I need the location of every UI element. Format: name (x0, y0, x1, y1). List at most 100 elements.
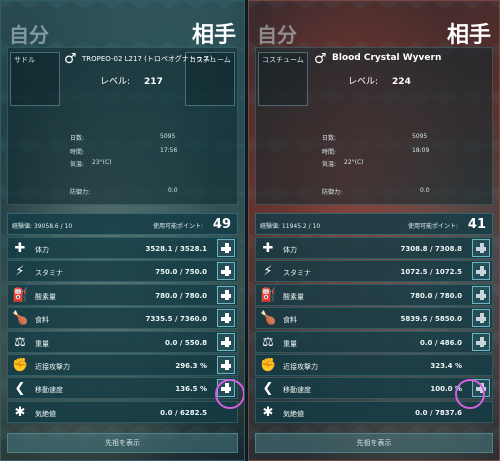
health-icon: ✚ (14, 241, 26, 256)
experience-text: 経験値: 39058.6 / 10 (12, 223, 73, 230)
speed-icon: ❮ (14, 381, 26, 397)
level-row: レベル: 224 (348, 74, 411, 87)
other-header: 相手 (446, 23, 491, 48)
stat-row-food: 🍗 食料 5839.5 / 5850.0 (255, 307, 493, 330)
stat-label: 重量 (35, 339, 49, 348)
add-point-button[interactable] (217, 355, 235, 374)
saddle-slot-label: サドル (14, 56, 35, 64)
stat-value: 7308.8 / 7308.8 (400, 245, 462, 253)
experience-bar: 経験値: 39058.6 / 10 使用可能ポイント: 49 (7, 213, 238, 235)
add-point-button[interactable] (472, 262, 490, 281)
highlight-ring (215, 379, 244, 409)
add-point-button[interactable] (217, 332, 235, 351)
self-header: 自分 (257, 23, 297, 47)
add-point-button[interactable] (217, 239, 235, 257)
stat-value: 7335.5 / 7360.0 (145, 315, 207, 324)
experience-bar: 経験値: 11945.2 / 10 使用可能ポイント: 41 (255, 213, 493, 235)
time-label: 時間: (322, 149, 337, 156)
level-value: 217 (144, 77, 163, 87)
time-value: 17:56 (160, 147, 178, 154)
show-ancestry-button[interactable]: 先祖を表示 (7, 433, 238, 453)
age-value: 5095 (412, 133, 428, 140)
add-point-button[interactable] (217, 285, 235, 304)
dino-compare-screen: 自分 相手 サドル コスチューム ♂ TROPEO-02 L217 (トロペオグ… (0, 0, 500, 461)
stat-row-torpor: ✱ 気絶値 0.0 / 6282.5 (7, 400, 238, 423)
stat-label: 気絶値 (35, 409, 56, 418)
add-point-button[interactable] (217, 309, 235, 328)
stat-row-torpor: ✱ 気絶値 0.0 / 7837.6 (255, 400, 493, 423)
points-value: 49 (212, 217, 231, 232)
stat-value: 1072.5 / 1072.5 (400, 268, 462, 277)
add-point-button[interactable] (472, 239, 490, 257)
stat-row-movement-speed: ❮ 移動速度 136.5 % (7, 377, 238, 400)
age-label: 日数: (70, 135, 85, 142)
stat-label: 食料 (283, 316, 297, 325)
stat-label: 移動速度 (283, 386, 311, 395)
stat-label: 近接攻撃力 (35, 362, 70, 371)
stat-label: 移動速度 (35, 386, 63, 395)
stat-label: 近接攻撃力 (283, 362, 318, 371)
melee-icon: ✊ (12, 357, 29, 373)
armor-label: 防御力: (70, 189, 91, 196)
add-point-button[interactable] (217, 262, 235, 281)
weight-icon: ⚖ (262, 334, 274, 350)
oxygen-icon: ⛽ (260, 287, 277, 303)
stat-row-melee: ✊ 近接攻撃力 296.3 % (7, 353, 238, 376)
show-ancestry-button[interactable]: 先祖を表示 (255, 433, 493, 453)
melee-icon: ✊ (260, 357, 277, 373)
points-label: 使用可能ポイント: (152, 223, 203, 230)
stat-label: 酸素量 (35, 292, 56, 301)
stat-value: 0.0 / 7837.6 (415, 408, 462, 417)
temperature-value: 23°(C) (92, 159, 112, 166)
stat-label: 酸素量 (283, 292, 304, 301)
stat-value: 296.3 % (175, 361, 207, 370)
food-icon: 🍗 (12, 311, 29, 327)
stat-row-food: 🍗 食料 7335.5 / 7360.0 (7, 307, 238, 330)
torpor-icon: ✱ (14, 404, 26, 420)
stat-value: 5839.5 / 5850.0 (400, 315, 462, 324)
saddle-slot[interactable]: サドル (10, 52, 60, 106)
stat-label: 食料 (35, 316, 49, 325)
add-point-button[interactable] (472, 285, 490, 304)
highlight-ring (455, 379, 485, 409)
stat-row-health: ✚ 体力 7308.8 / 7308.8 (255, 237, 493, 259)
temperature-value: 22°(C) (344, 159, 364, 166)
age-value: 5095 (160, 133, 176, 140)
stat-row-weight: ⚖ 重量 0.0 / 486.0 (255, 330, 493, 353)
add-point-button[interactable] (472, 309, 490, 328)
level-row: レベル: 217 (100, 74, 163, 87)
stat-label: スタミナ (283, 269, 311, 278)
points-label: 使用可能ポイント: (407, 223, 458, 230)
experience-text: 経験値: 11945.2 / 10 (260, 223, 321, 230)
armor-value: 0.0 (168, 187, 178, 194)
stat-value: 323.4 % (430, 361, 462, 370)
add-point-button[interactable] (472, 332, 490, 351)
self-header: 自分 (9, 23, 49, 47)
level-value: 224 (392, 77, 411, 87)
torpor-icon: ✱ (262, 404, 274, 420)
other-panel: 自分 相手 コスチューム ♂ Blood Crystal Wyvern レベル:… (248, 0, 500, 461)
stat-value: 0.0 / 486.0 (420, 338, 462, 347)
stat-value: 0.0 / 550.8 (165, 338, 207, 347)
self-panel: 自分 相手 サドル コスチューム ♂ TROPEO-02 L217 (トロペオグ… (0, 0, 245, 461)
other-header: 相手 (191, 23, 236, 48)
male-icon: ♂ (314, 51, 327, 67)
time-value: 18:09 (412, 147, 430, 154)
stamina-icon: ⚡ (263, 264, 273, 280)
stat-row-stamina: ⚡ スタミナ 750.0 / 750.0 (7, 260, 238, 283)
costume-slot[interactable]: コスチューム (258, 52, 308, 106)
time-label: 時間: (70, 149, 85, 156)
stat-label: 体力 (283, 246, 297, 254)
stat-row-health: ✚ 体力 3528.1 / 3528.1 (7, 237, 238, 259)
stat-label: スタミナ (35, 269, 63, 278)
stat-value: 3528.1 / 3528.1 (145, 245, 207, 253)
creature-info-card: コスチューム ♂ Blood Crystal Wyvern レベル: 224 日数… (255, 47, 493, 205)
stat-row-melee: ✊ 近接攻撃力 323.4 % (255, 353, 493, 376)
level-label: レベル: (100, 77, 131, 87)
stat-value: 0.0 / 6282.5 (160, 408, 207, 417)
creature-name: TROPEO-02 L217 (トロペオグナトゥス) (82, 55, 213, 63)
stat-list: ✚ 体力 3528.1 / 3528.1 ⚡ スタミナ 750.0 / 750.… (7, 237, 238, 424)
stat-row-stamina: ⚡ スタミナ 1072.5 / 1072.5 (255, 260, 493, 283)
health-icon: ✚ (262, 241, 274, 256)
oxygen-icon: ⛽ (12, 287, 29, 303)
